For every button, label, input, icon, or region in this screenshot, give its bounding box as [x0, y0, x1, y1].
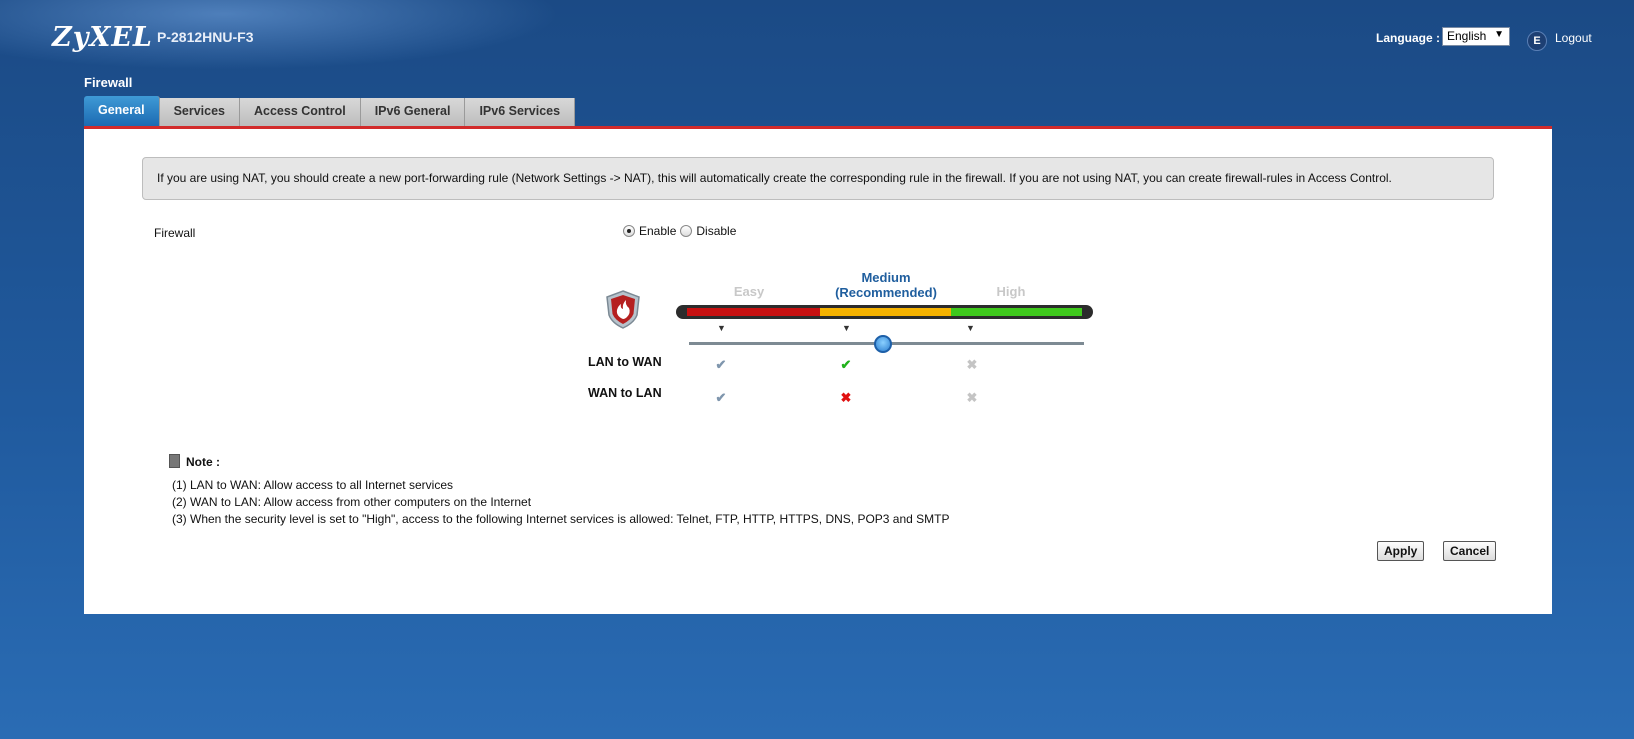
chevron-down-icon: ▼	[1494, 29, 1504, 40]
zyxel-logo: ZyXEL	[52, 22, 153, 53]
disable-radio[interactable]	[680, 225, 693, 237]
model-name: P-2812HNU-F3	[157, 29, 254, 45]
firewall-label: Firewall	[154, 226, 196, 240]
nat-info-box: If you are using NAT, you should create …	[142, 157, 1494, 200]
note-line-1: (1) LAN to WAN: Allow access to all Inte…	[172, 478, 453, 492]
tab-access-control[interactable]: Access Control	[240, 98, 361, 126]
slider-handle[interactable]	[874, 335, 892, 353]
check-icon: ✔	[840, 357, 852, 372]
cross-icon: ✖	[966, 357, 978, 372]
level-medium-label[interactable]: Medium (Recommended)	[816, 270, 956, 300]
level-high-marker-icon: ▼	[966, 323, 975, 333]
disable-label: Disable	[696, 224, 737, 238]
language-select[interactable]: English ▼	[1442, 27, 1510, 46]
enable-radio[interactable]	[623, 225, 635, 237]
level-easy-marker-icon: ▼	[717, 323, 726, 333]
level-medium-recommended: (Recommended)	[835, 285, 937, 300]
level-medium-title: Medium	[861, 270, 911, 285]
lan-to-wan-label: LAN to WAN	[588, 355, 662, 369]
level-high-label[interactable]: High	[941, 284, 1081, 299]
note-line-3: (3) When the security level is set to "H…	[172, 512, 950, 526]
wan-to-lan-label: WAN to LAN	[588, 386, 662, 400]
check-icon: ✔	[715, 390, 727, 405]
level-high-segment	[950, 308, 1082, 316]
logout-icon[interactable]: E	[1527, 31, 1547, 51]
enable-label: Enable	[639, 224, 677, 238]
cross-icon: ✖	[840, 390, 852, 405]
cross-icon: ✖	[966, 390, 978, 405]
apply-button[interactable]: Apply	[1377, 541, 1425, 561]
page-title: Firewall	[84, 75, 133, 90]
note-title: Note :	[186, 455, 220, 469]
tab-services[interactable]: Services	[159, 98, 240, 126]
language-value: English	[1447, 29, 1487, 43]
tab-general[interactable]: General	[84, 96, 160, 126]
tab-ipv6-general[interactable]: IPv6 General	[360, 98, 466, 126]
language-label: Language :	[1376, 31, 1441, 45]
level-medium-segment	[820, 308, 951, 316]
firewall-radio-group: Enable Disable	[623, 224, 736, 238]
tab-ipv6-services[interactable]: IPv6 Services	[465, 98, 576, 126]
logout-link[interactable]: Logout	[1555, 31, 1592, 45]
firewall-shield-icon	[606, 290, 640, 329]
security-level-bar	[676, 305, 1093, 319]
level-medium-marker-icon: ▼	[842, 323, 851, 333]
level-easy-label[interactable]: Easy	[679, 284, 819, 299]
cancel-button[interactable]: Cancel	[1443, 541, 1497, 561]
tab-bar: General Services Access Control IPv6 Gen…	[84, 96, 576, 126]
note-line-2: (2) WAN to LAN: Allow access from other …	[172, 495, 532, 509]
content-panel: If you are using NAT, you should create …	[84, 126, 1552, 614]
level-easy-segment	[687, 308, 821, 316]
check-icon: ✔	[715, 357, 727, 372]
note-icon	[169, 454, 180, 468]
